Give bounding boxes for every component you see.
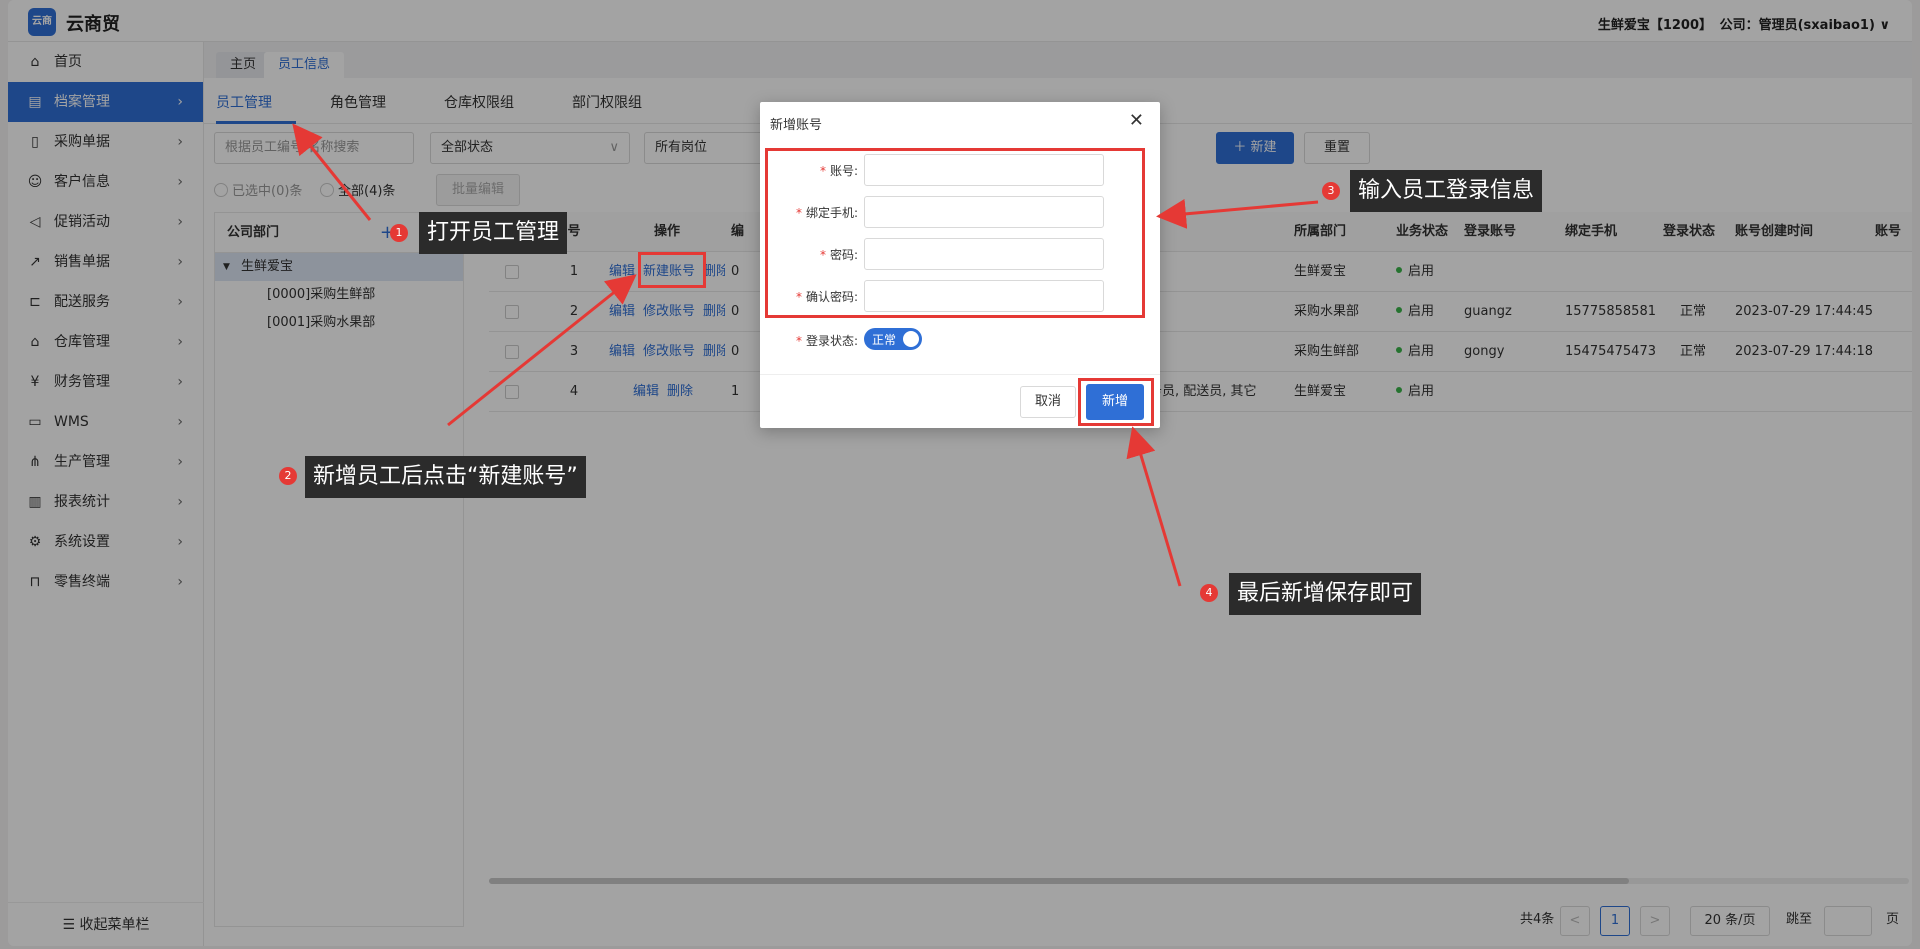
step-1-badge: 1 (390, 224, 408, 242)
dialog-title: 新增账号 (770, 118, 823, 133)
step-1-callout: 打开员工管理 (419, 212, 568, 254)
toggle-knob (903, 331, 919, 347)
step-4-badge: 4 (1200, 584, 1218, 602)
step-3-badge: 3 (1322, 182, 1340, 200)
login-status-toggle[interactable]: 正常 (864, 328, 922, 350)
cancel-button[interactable]: 取消 (1020, 386, 1076, 418)
highlight-new-account-link (638, 252, 706, 288)
toggle-text: 正常 (872, 333, 897, 347)
step-2-callout: 新增员工后点击“新建账号” (305, 456, 586, 498)
step-2-badge: 2 (279, 467, 297, 485)
highlight-form-fields (765, 148, 1145, 318)
step-4-callout: 最后新增保存即可 (1229, 573, 1422, 615)
form-row-login-status: * 登录状态: 正常 (760, 326, 1160, 360)
highlight-submit-button (1078, 378, 1154, 426)
close-icon[interactable]: ✕ (1129, 110, 1144, 131)
login-status-label: * 登录状态: (795, 334, 858, 348)
step-3-callout: 输入员工登录信息 (1350, 170, 1543, 212)
